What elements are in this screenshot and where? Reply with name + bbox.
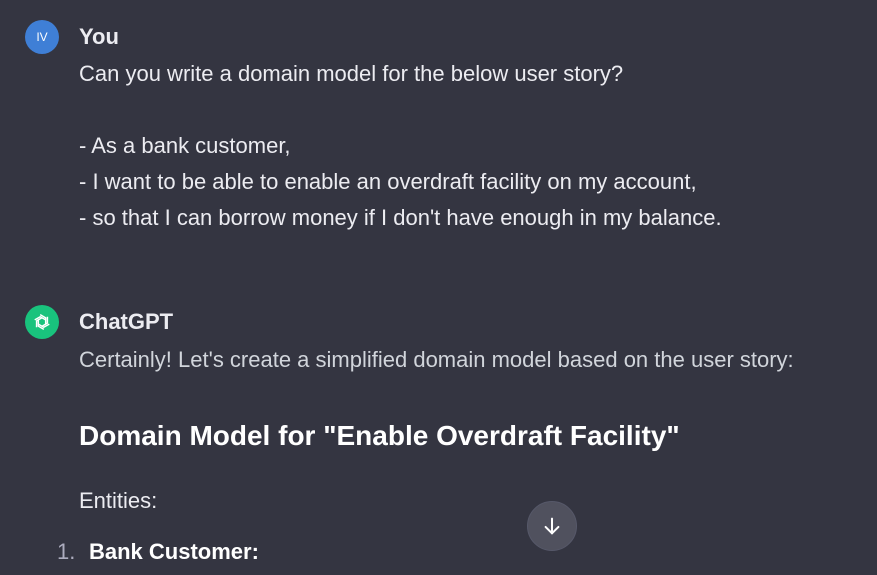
chat-thread: IV You Can you write a domain model for … bbox=[0, 0, 877, 575]
assistant-author-name: ChatGPT bbox=[79, 309, 174, 334]
arrow-down-icon bbox=[544, 517, 560, 535]
user-avatar: IV bbox=[25, 20, 59, 54]
entities-label: Entities: bbox=[79, 488, 158, 513]
list-item-label: Bank Customer: bbox=[89, 539, 259, 564]
assistant-heading: Domain Model for "Enable Overdraft Facil… bbox=[79, 420, 680, 451]
scroll-to-bottom-button[interactable] bbox=[527, 501, 577, 551]
list-item-number: 1. bbox=[57, 539, 76, 564]
user-message-line: Can you write a domain model for the bel… bbox=[79, 61, 624, 86]
user-message-line: - As a bank customer, bbox=[79, 133, 291, 158]
assistant-intro-text: Certainly! Let's create a simplified dom… bbox=[79, 347, 794, 372]
user-message-line: - so that I can borrow money if I don't … bbox=[79, 205, 722, 230]
user-message-line: - I want to be able to enable an overdra… bbox=[79, 169, 697, 194]
openai-logo-icon bbox=[25, 305, 59, 339]
user-author-name: You bbox=[79, 24, 119, 49]
user-avatar-initials: IV bbox=[36, 30, 48, 44]
